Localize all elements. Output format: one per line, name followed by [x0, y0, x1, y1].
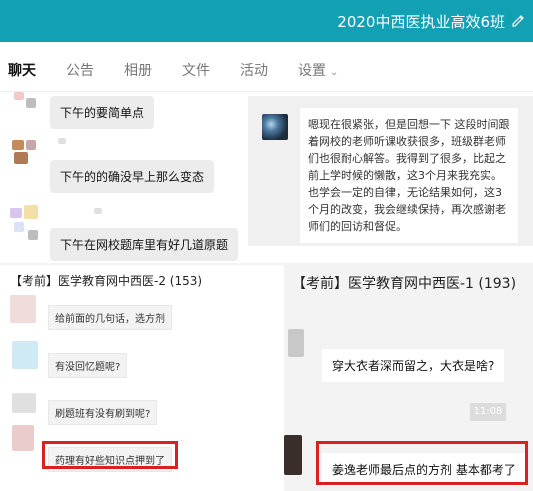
- highlight-box: [42, 441, 178, 469]
- chevron-down-icon: ⌄: [330, 67, 339, 78]
- pencil-icon[interactable]: [511, 13, 525, 27]
- avatar: [12, 425, 34, 451]
- avatar: [14, 92, 24, 100]
- avatar: [14, 222, 24, 232]
- avatar: [26, 98, 36, 108]
- timestamp: 11:08: [470, 403, 506, 421]
- tab-bar: 聊天 公告 相册 文件 活动 设置 ⌄: [0, 42, 533, 92]
- avatar: [12, 341, 38, 369]
- avatar: [28, 230, 38, 240]
- avatar: [284, 435, 302, 475]
- tab-settings[interactable]: 设置 ⌄: [298, 60, 338, 80]
- screenshot-message: 刷题班有没有刷到呢?: [48, 400, 158, 425]
- avatar: [10, 295, 36, 323]
- avatar: [288, 329, 304, 357]
- avatar: [58, 138, 66, 144]
- chat-message: 下午在网校题库里有好几道原题: [50, 228, 239, 261]
- screenshot-message: 有没回忆题呢?: [48, 353, 128, 378]
- screenshot-message: 给前面的几句话，选方剂: [48, 305, 172, 330]
- group-header: 2020中西医执业高效6班: [0, 0, 533, 42]
- tab-album[interactable]: 相册: [124, 60, 152, 80]
- tab-chat[interactable]: 聊天: [8, 60, 36, 80]
- avatar: [24, 205, 38, 219]
- avatar: [12, 140, 24, 150]
- tab-settings-label: 设置: [298, 63, 326, 79]
- avatar: [26, 140, 36, 150]
- avatar: [14, 152, 28, 164]
- chat-screenshot-left: 【考前】医学教育网中西医-2 (153) 给前面的几句话，选方剂 有没回忆题呢?…: [0, 265, 276, 491]
- screenshot-message: 穿大衣者深而留之，大衣是啥?: [322, 349, 505, 382]
- group-title: 2020中西医执业高效6班: [337, 13, 505, 31]
- shared-message-card: 嗯现在很紧张，但是回想一下 这段时间跟着网校的老师听课收获很多，班级群老师们也很…: [248, 96, 533, 246]
- chat-message: 下午的的确没早上那么变态: [50, 160, 215, 193]
- tab-announcement[interactable]: 公告: [66, 60, 94, 80]
- tab-activity[interactable]: 活动: [240, 60, 268, 80]
- screenshot-title: 【考前】医学教育网中西医-2 (153): [10, 274, 203, 288]
- highlight-box: [316, 441, 528, 485]
- tab-files[interactable]: 文件: [182, 60, 210, 80]
- avatar: [10, 208, 22, 218]
- avatar: [94, 208, 102, 214]
- avatar: [262, 114, 288, 140]
- screenshot-title: 【考前】医学教育网中西医-1 (193): [292, 276, 517, 292]
- avatar: [12, 393, 36, 413]
- chat-screenshot-right: 【考前】医学教育网中西医-1 (193) 穿大衣者深而留之，大衣是啥? 11:0…: [284, 265, 533, 491]
- long-message-text: 嗯现在很紧张，但是回想一下 这段时间跟着网校的老师听课收获很多，班级群老师们也很…: [300, 108, 518, 243]
- chat-message: 下午的要简单点: [50, 96, 155, 129]
